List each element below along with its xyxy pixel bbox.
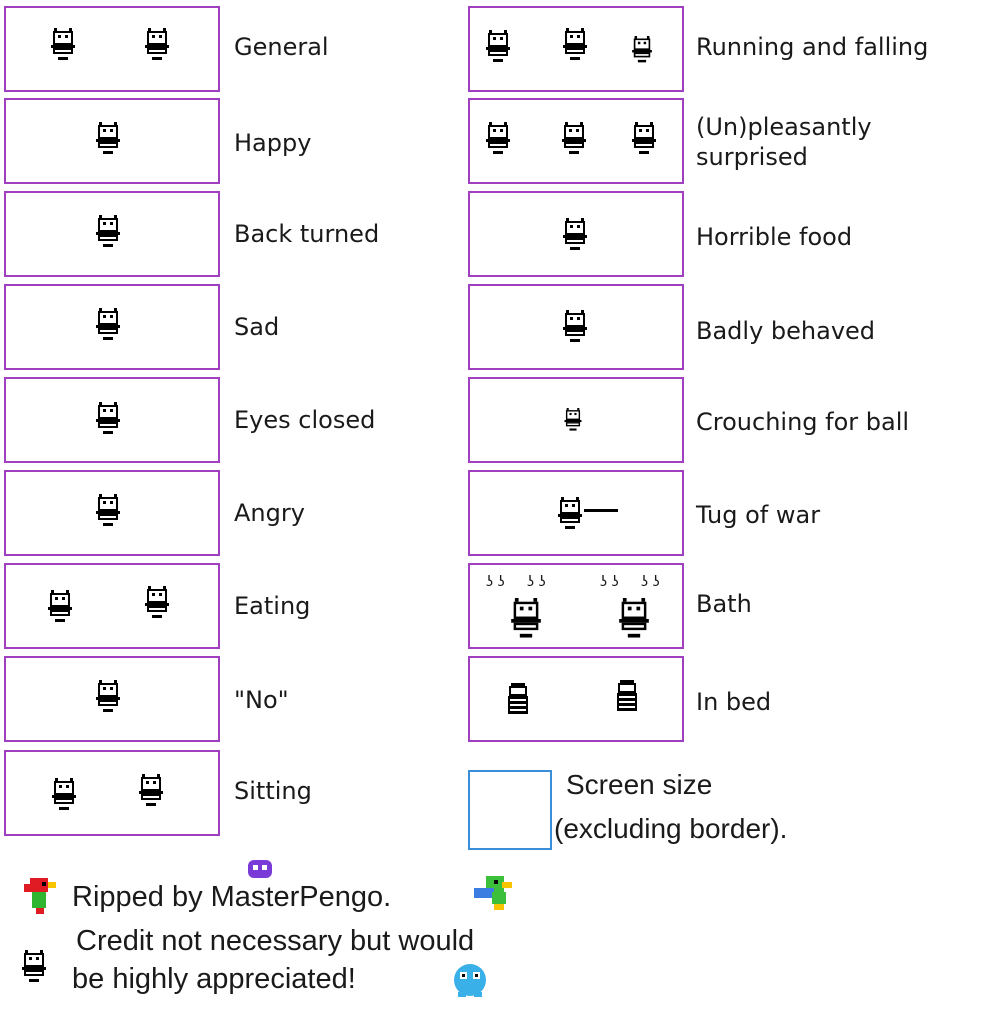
pet-sprite-icon xyxy=(48,590,72,624)
label-bath: Bath xyxy=(696,590,752,618)
sprite-box-general xyxy=(4,6,220,92)
screen-size-box xyxy=(468,770,552,850)
red-parrot-icon xyxy=(24,878,56,914)
pet-sprite-icon xyxy=(51,28,75,62)
label-eating: Eating xyxy=(234,592,311,620)
label-sad: Sad xyxy=(234,313,280,341)
label-happy: Happy xyxy=(234,129,312,157)
label-back-turned: Back turned xyxy=(234,220,380,248)
pet-sprite-icon xyxy=(96,680,120,714)
pet-face-icon xyxy=(22,950,46,984)
pet-sprite-icon xyxy=(632,36,652,64)
pet-sprite-icon xyxy=(145,586,169,620)
sprite-box-eating xyxy=(4,563,220,649)
pet-sprite-icon xyxy=(506,683,530,717)
pet-sprite-icon xyxy=(508,598,544,640)
pet-sprite-icon xyxy=(96,122,120,156)
pet-sprite-icon xyxy=(616,598,652,640)
pet-sprite-icon xyxy=(96,402,120,436)
credits-line1: Ripped by MasterPengo. xyxy=(72,881,392,913)
label-running-and-falling: Running and falling xyxy=(696,33,929,61)
credits-line3: be highly appreciated! xyxy=(72,963,356,995)
pet-sprite-icon xyxy=(563,310,587,344)
credits-line2: Credit not necessary but would xyxy=(76,925,475,957)
pet-sprite-icon xyxy=(96,308,120,342)
label-horrible-food: Horrible food xyxy=(696,223,853,251)
screen-size-line2: (excluding border). xyxy=(554,813,788,844)
label-unpleasantly-surprised: (Un)pleasantly surprised xyxy=(696,113,872,171)
blue-bird-icon xyxy=(454,964,486,997)
pet-sprite-icon xyxy=(145,28,169,62)
pet-sprite-icon xyxy=(632,122,656,156)
label-general: General xyxy=(234,33,329,61)
pet-sprite-icon xyxy=(486,30,510,64)
sprite-box-in-bed xyxy=(468,656,684,742)
label-tug-of-war: Tug of war xyxy=(696,501,821,529)
pet-sprite-icon xyxy=(563,28,587,62)
pet-sprite-icon xyxy=(615,680,639,714)
pet-sprite-icon xyxy=(96,215,120,249)
pet-sprite-icon xyxy=(96,494,120,528)
label-crouching-for-ball: Crouching for ball xyxy=(696,408,910,436)
label-in-bed: In bed xyxy=(696,688,772,716)
rope-icon xyxy=(584,509,618,512)
label-badly-behaved: Badly behaved xyxy=(696,317,876,345)
pet-sprite-icon xyxy=(139,774,163,808)
green-parrot-icon xyxy=(474,876,512,910)
sprite-box-sitting xyxy=(4,750,220,836)
label-angry: Angry xyxy=(234,499,305,527)
label-no: "No" xyxy=(234,686,289,714)
steam-icon: ʖ ʖ ʖ ʖ xyxy=(600,574,660,590)
pet-sprite-icon xyxy=(558,497,582,531)
purple-blob-icon xyxy=(248,860,272,878)
label-eyes-closed: Eyes closed xyxy=(234,406,376,434)
steam-icon: ʖ ʖ ʖ ʖ xyxy=(486,574,546,590)
pet-sprite-icon xyxy=(562,122,586,156)
label-sitting: Sitting xyxy=(234,777,312,805)
pet-sprite-icon xyxy=(486,122,510,156)
pet-sprite-icon xyxy=(563,218,587,252)
pet-sprite-icon xyxy=(52,778,76,812)
screen-size-line1: Screen size xyxy=(566,769,713,800)
pet-sprite-icon xyxy=(561,408,585,432)
